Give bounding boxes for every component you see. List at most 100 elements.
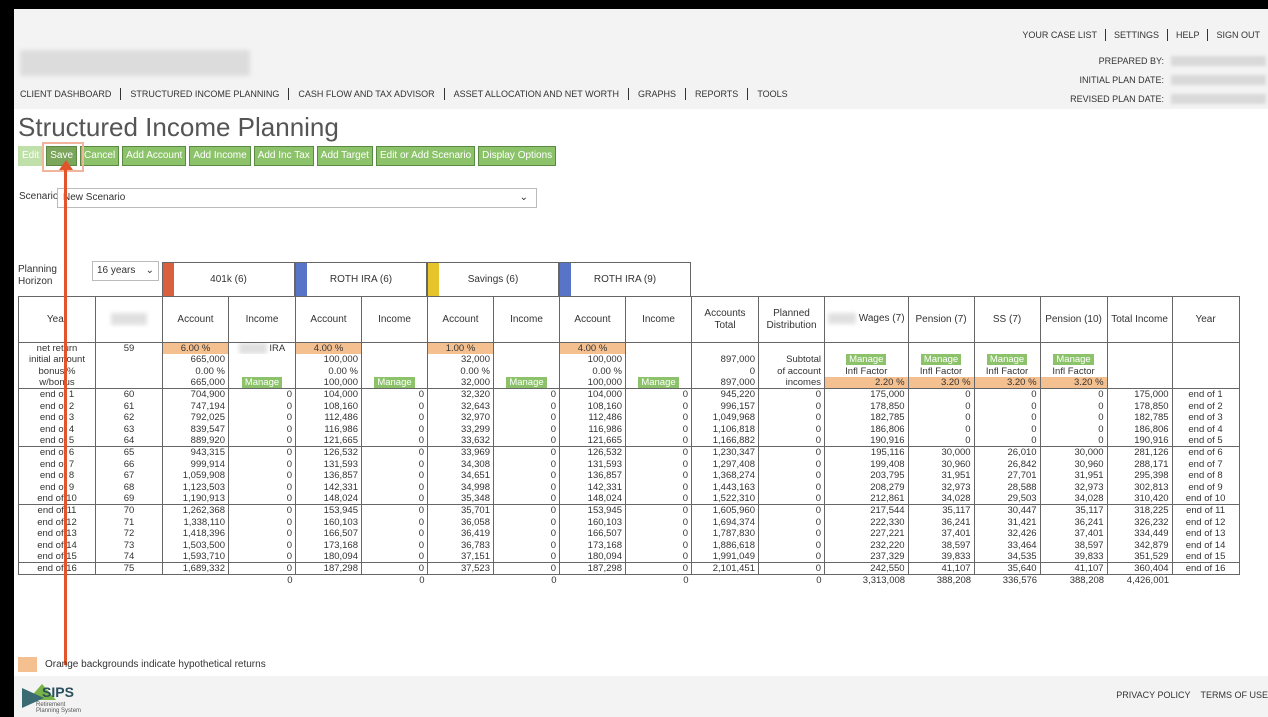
total-cell: 388,208 xyxy=(1040,574,1108,587)
help-link[interactable]: HELP xyxy=(1166,29,1208,41)
value-cell: 190,916 xyxy=(1106,435,1173,447)
value-cell: 945,220 xyxy=(691,388,759,401)
value-cell: 34,998 xyxy=(427,481,494,494)
utility-links: YOUR CASE LIST SETTINGS HELP SIGN OUT xyxy=(1014,29,1268,41)
ss-infl-input[interactable]: 3.20 % xyxy=(973,377,1041,389)
toolbar: Edit Save Cancel Add Account Add Income … xyxy=(18,146,557,166)
bonus-cell[interactable]: 0.00 % xyxy=(162,365,229,378)
year-cell: end of 10 xyxy=(18,493,96,505)
nav-client-dashboard[interactable]: CLIENT DASHBOARD xyxy=(20,88,120,100)
value-cell: 36,058 xyxy=(427,516,494,528)
value-cell: 0 xyxy=(361,551,428,563)
year-right-cell: end of 13 xyxy=(1171,528,1240,540)
value-cell: 35,117 xyxy=(1039,504,1108,517)
scenario-select[interactable]: New Scenario ⌄ xyxy=(57,188,537,208)
nav-cash-flow-tax-advisor[interactable]: CASH FLOW AND TAX ADVISOR xyxy=(288,88,443,100)
value-cell: 37,151 xyxy=(427,551,494,563)
ss-header: SS (7) xyxy=(973,296,1041,343)
terms-of-use-link[interactable]: TERMS OF USE xyxy=(1200,690,1268,700)
age-cell: 74 xyxy=(95,551,163,563)
value-cell: 34,028 xyxy=(1039,493,1108,505)
value-cell: 37,401 xyxy=(907,528,975,540)
of-account-label: of account xyxy=(758,365,825,378)
settings-link[interactable]: SETTINGS xyxy=(1104,29,1167,41)
initial-amount-cell[interactable]: 32,000 xyxy=(427,354,494,366)
net-return-input[interactable]: 4.00 % xyxy=(559,342,626,355)
account-header-401k[interactable]: 401k (6) xyxy=(162,262,295,296)
value-cell: 175,000 xyxy=(824,388,909,401)
manage-pension-7-button[interactable]: Manage xyxy=(920,354,962,366)
planned-distribution-header: Planned Distribution xyxy=(758,296,825,343)
nav-structured-income-planning[interactable]: STRUCTURED INCOME PLANNING xyxy=(120,88,288,100)
sign-out-link[interactable]: SIGN OUT xyxy=(1207,29,1268,41)
bonus-cell[interactable]: 0.00 % xyxy=(559,365,626,378)
wages-header: Wages (7) xyxy=(824,296,909,343)
value-cell: 889,920 xyxy=(162,435,229,447)
bonus-cell[interactable]: 0.00 % xyxy=(427,365,494,378)
value-cell: 0 xyxy=(361,446,428,459)
privacy-policy-link[interactable]: PRIVACY POLICY xyxy=(1116,690,1190,700)
value-cell: 0 xyxy=(907,388,975,401)
your-case-list-link[interactable]: YOUR CASE LIST xyxy=(1014,29,1105,41)
pension-7-header: Pension (7) xyxy=(907,296,975,343)
account-header-savings-6[interactable]: Savings (6) xyxy=(427,262,559,296)
value-cell: 212,861 xyxy=(824,493,909,505)
pension-7-infl-input[interactable]: 3.20 % xyxy=(907,377,975,389)
display-options-button[interactable]: Display Options xyxy=(478,146,557,166)
add-account-button[interactable]: Add Account xyxy=(122,146,187,166)
value-cell: 1,787,830 xyxy=(691,528,759,540)
value-cell: 242,550 xyxy=(824,562,909,576)
pension-10-infl-input[interactable]: 3.20 % xyxy=(1039,377,1108,389)
nav-reports[interactable]: REPORTS xyxy=(684,88,747,100)
year-right-cell: end of 11 xyxy=(1171,504,1240,517)
table-row: end of 10 69 1,190,913 0 148,024 0 35,348 0 148,… xyxy=(18,493,1240,505)
value-cell: 0 xyxy=(758,412,825,424)
nav-tools[interactable]: TOOLS xyxy=(747,88,796,100)
value-cell: 0 xyxy=(228,516,296,528)
nav-asset-allocation[interactable]: ASSET ALLOCATION AND NET WORTH xyxy=(443,88,628,100)
net-return-input[interactable]: 6.00 % xyxy=(162,342,229,355)
initial-amount-cell[interactable]: 100,000 xyxy=(559,354,626,366)
value-cell: 0 xyxy=(758,516,825,528)
value-cell: 1,593,710 xyxy=(162,551,229,563)
account-color-swatch xyxy=(296,263,307,296)
net-return-input[interactable]: 4.00 % xyxy=(295,342,362,355)
initial-amount-cell[interactable]: 665,000 xyxy=(162,354,229,366)
bonus-cell[interactable]: 0.00 % xyxy=(295,365,362,378)
wages-infl-input[interactable]: 2.20 % xyxy=(824,377,909,389)
value-cell: 203,795 xyxy=(824,470,909,482)
add-target-button[interactable]: Add Target xyxy=(316,146,373,166)
manage-income-button[interactable]: Manage xyxy=(638,377,679,389)
year-right-cell: end of 9 xyxy=(1171,481,1240,494)
add-inc-tax-button[interactable]: Add Inc Tax xyxy=(253,146,314,166)
incomes-label: incomes xyxy=(758,377,825,389)
account-header-roth-ira-9[interactable]: ROTH IRA (9) xyxy=(559,262,691,296)
manage-income-button[interactable]: Manage xyxy=(506,377,547,389)
manage-income-button[interactable]: Manage xyxy=(241,377,283,389)
net-return-input[interactable]: 1.00 % xyxy=(427,342,494,355)
initial-amount-cell[interactable]: 100,000 xyxy=(295,354,362,366)
manage-wages-button[interactable]: Manage xyxy=(846,354,887,366)
manage-ss-button[interactable]: Manage xyxy=(986,354,1028,366)
planning-horizon-select[interactable]: 16 years ⌄ xyxy=(92,261,159,281)
value-cell: 0 xyxy=(758,528,825,540)
cancel-button[interactable]: Cancel xyxy=(80,146,120,166)
sips-logo[interactable]: SIPS Retirement Planning System xyxy=(22,682,102,714)
value-cell: 0 xyxy=(493,446,560,459)
add-income-button[interactable]: Add Income xyxy=(189,146,251,166)
value-cell: 126,532 xyxy=(559,446,626,459)
value-cell: 31,421 xyxy=(973,516,1041,528)
value-cell: 41,107 xyxy=(907,562,975,576)
edit-or-add-scenario-button[interactable]: Edit or Add Scenario xyxy=(375,146,476,166)
manage-income-button[interactable]: Manage xyxy=(374,377,415,389)
total-cell: 388,208 xyxy=(908,574,975,587)
nav-graphs[interactable]: GRAPHS xyxy=(627,88,685,100)
age-cell: 59 xyxy=(95,342,163,355)
value-cell: 166,507 xyxy=(295,528,362,540)
table-row: end of 5 64 889,920 0 121,665 0 33,632 0 121,665… xyxy=(18,435,1240,447)
edit-button[interactable]: Edit xyxy=(18,146,44,166)
value-cell: 0 xyxy=(973,400,1041,413)
manage-pension-10-button[interactable]: Manage xyxy=(1053,354,1094,366)
row-label: net return xyxy=(18,342,96,355)
account-header-roth-ira-6[interactable]: ROTH IRA (6) xyxy=(295,262,427,296)
